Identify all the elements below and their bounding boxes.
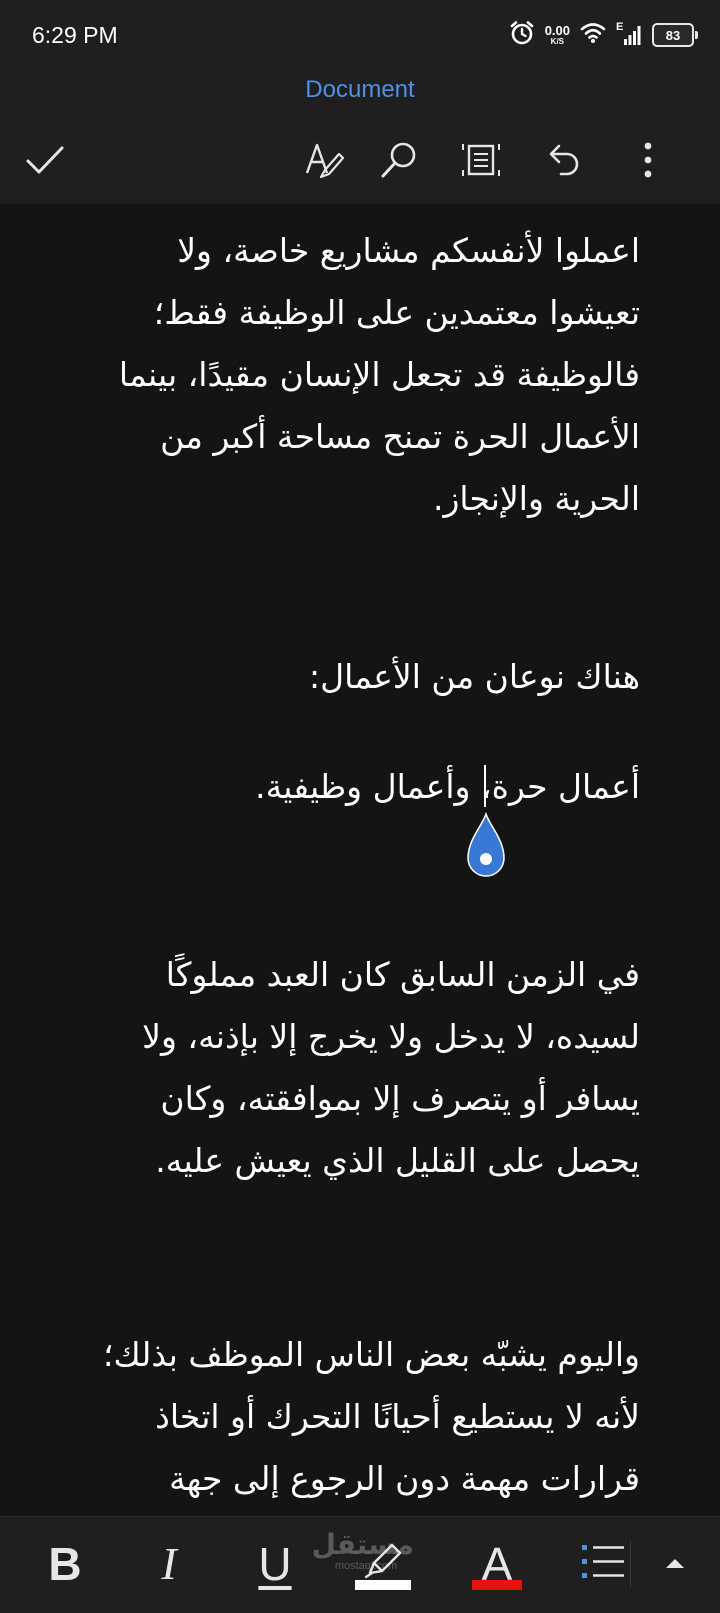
undo-button[interactable] xyxy=(536,135,590,189)
font-color-swatch xyxy=(472,1580,522,1590)
bold-label: B xyxy=(48,1538,82,1590)
font-color-button[interactable]: A xyxy=(472,1520,522,1608)
highlight-button[interactable] xyxy=(355,1520,411,1608)
more-vertical-icon xyxy=(642,140,654,184)
alarm-icon xyxy=(509,20,535,50)
cell-signal-icon: E xyxy=(616,21,642,47)
check-icon xyxy=(25,144,65,180)
status-icons: 0.00 K/S E 83 xyxy=(509,20,698,50)
status-time: 6:29 PM xyxy=(32,22,118,48)
search-icon xyxy=(379,140,419,184)
cursor-handle[interactable] xyxy=(466,811,506,882)
list-button[interactable] xyxy=(578,1520,628,1608)
battery-indicator: 83 xyxy=(652,23,698,47)
paragraph-5[interactable]: واليوم يشبّه بعض الناس الموظف بذلك؛ لأنه… xyxy=(80,1324,640,1510)
wifi-icon xyxy=(580,22,606,48)
expand-toolbar-button[interactable] xyxy=(652,1520,698,1608)
undo-icon xyxy=(543,140,583,184)
view-mode-icon xyxy=(461,140,501,184)
view-mode-button[interactable] xyxy=(454,135,508,189)
net-speed-unit: K/S xyxy=(550,37,565,46)
caret-up-icon xyxy=(664,1555,686,1574)
net-speed-value: 0.00 xyxy=(544,23,570,38)
paragraph-2[interactable]: هناك نوعان من الأعمال: xyxy=(80,646,640,708)
text-cursor xyxy=(484,765,486,807)
net-speed: 0.00 K/S xyxy=(545,24,570,46)
bold-button[interactable]: B xyxy=(40,1520,90,1608)
bullet-list-icon xyxy=(580,1542,626,1586)
italic-button[interactable]: I xyxy=(144,1520,194,1608)
text-style-pen-icon xyxy=(303,139,345,185)
paragraph-3[interactable]: أعمال حرة، وأعمال وظيفية. xyxy=(80,756,640,818)
paragraph-1[interactable]: اعملوا لأنفسكم مشاريع خاصة، ولا تعيشوا م… xyxy=(80,220,640,530)
text-style-button[interactable] xyxy=(297,135,351,189)
search-button[interactable] xyxy=(372,135,426,189)
underline-label: U xyxy=(258,1538,292,1590)
toolbar-divider xyxy=(630,1540,631,1588)
more-options-button[interactable] xyxy=(621,135,675,189)
highlight-color-swatch xyxy=(355,1580,411,1590)
status-bar: 6:29 PM 0.00 K/S E 83 xyxy=(0,0,720,70)
italic-label: I xyxy=(161,1538,177,1589)
done-button[interactable] xyxy=(18,135,72,189)
document-title[interactable]: Document xyxy=(0,76,720,104)
paragraph-4[interactable]: في الزمن السابق كان العبد مملوكًا لسيده،… xyxy=(80,944,640,1192)
underline-button[interactable]: U xyxy=(250,1520,300,1608)
